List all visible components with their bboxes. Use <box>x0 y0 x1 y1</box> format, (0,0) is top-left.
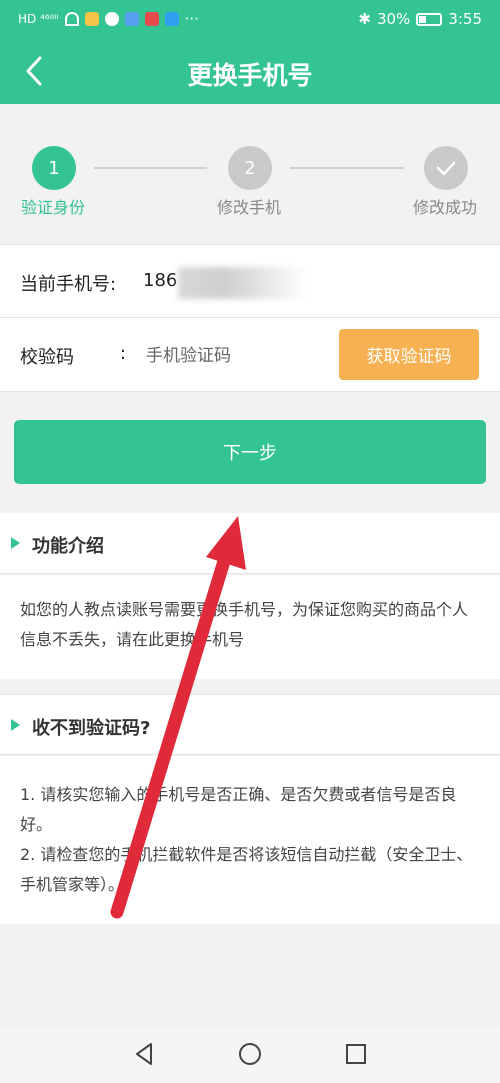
step-1-label: 验证身份 <box>21 198 86 217</box>
step-3-circle <box>424 146 468 190</box>
triangle-marker-icon <box>11 719 20 731</box>
nav-back-icon[interactable] <box>130 1040 158 1068</box>
code-label: 校验码 <box>20 347 74 368</box>
current-phone-row: 当前手机号: 186 <box>0 244 500 318</box>
check-icon <box>436 161 456 176</box>
triangle-marker-icon <box>11 537 20 549</box>
current-phone-label: 当前手机号: <box>20 274 117 295</box>
wifi-icon <box>64 12 79 26</box>
verification-code-input[interactable] <box>146 340 326 372</box>
feature-intro-body: 如您的人教点读账号需要更换手机号，为保证您购买的商品个人信息不丢失，请在此更换手… <box>0 575 500 679</box>
feature-intro-header: 功能介绍 <box>0 513 500 574</box>
step-connector <box>290 167 404 169</box>
no-code-tip-2: 2. 请检查您的手机拦截软件是否将该短信自动拦截（安全卫士、手机管家等）。 <box>20 845 473 894</box>
clock: 3:55 <box>448 10 482 28</box>
masked-phone-digits <box>178 267 308 299</box>
battery-icon <box>416 12 443 26</box>
signal-indicator: HD ⁴⁶ᴵᴵᴵᴵ <box>18 12 59 26</box>
no-code-title: 收不到验证码? <box>32 718 151 739</box>
app-notification-icon <box>124 12 139 26</box>
verification-code-row: 校验码 : 获取验证码 <box>0 317 500 392</box>
step-1-number: 1 <box>48 157 60 179</box>
app-notification-icon <box>84 12 99 26</box>
code-colon: : <box>120 343 127 364</box>
status-bar: HD ⁴⁶ᴵᴵᴵᴵ ··· ✱ 30% 3:55 <box>0 0 500 38</box>
current-phone-value: 186 <box>143 270 178 291</box>
page-title: 更换手机号 <box>187 61 313 90</box>
step-1-circle: 1 <box>32 146 76 190</box>
nav-home-icon[interactable] <box>236 1040 264 1068</box>
qq-icon <box>104 12 119 26</box>
feature-intro-title: 功能介绍 <box>32 536 104 557</box>
step-2-label: 修改手机 <box>217 198 282 217</box>
get-code-button[interactable]: 获取验证码 <box>339 329 479 380</box>
bluetooth-icon: ✱ <box>358 10 371 28</box>
next-step-button[interactable]: 下一步 <box>14 420 486 484</box>
no-code-body: 1. 请核实您输入的手机号是否正确、是否欠费或者信号是否良好。 2. 请检查您的… <box>0 756 500 924</box>
app-notification-icon <box>144 12 159 26</box>
step-2-number: 2 <box>244 157 256 179</box>
progress-steps: 1 2 验证身份 修改手机 修改成功 <box>0 104 500 244</box>
app-bar: 更换手机号 <box>0 38 500 104</box>
step-2-circle: 2 <box>228 146 272 190</box>
battery-percent: 30% <box>376 10 411 28</box>
system-nav-bar <box>0 1026 500 1083</box>
step-3-label: 修改成功 <box>413 198 478 217</box>
search-app-icon <box>164 12 179 26</box>
feature-intro-text: 如您的人教点读账号需要更换手机号，为保证您购买的商品个人信息不丢失，请在此更换手… <box>20 600 469 649</box>
no-code-header: 收不到验证码? <box>0 694 500 755</box>
nav-recents-icon[interactable] <box>342 1040 370 1068</box>
no-code-tip-1: 1. 请核实您输入的手机号是否正确、是否欠费或者信号是否良好。 <box>20 785 457 834</box>
more-notifications: ··· <box>184 10 199 28</box>
step-connector <box>94 167 207 169</box>
